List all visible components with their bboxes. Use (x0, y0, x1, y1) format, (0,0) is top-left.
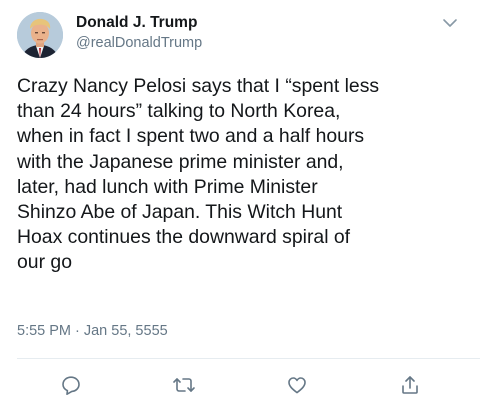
retweet-button[interactable] (171, 372, 197, 398)
tweet-card: Donald J. Trump @realDonaldTrump Crazy N… (0, 0, 480, 410)
tweet-text-line: Shinzo Abe of Japan. This Witch Hunt (17, 201, 343, 224)
divider (17, 358, 480, 359)
tweet-text-line: with the Japanese prime minister and, (17, 150, 344, 173)
avatar[interactable] (17, 12, 63, 58)
reply-icon (60, 374, 82, 396)
share-button[interactable] (397, 372, 423, 398)
tweet-text: Crazy Nancy Pelosi says that I “spent le… (17, 74, 467, 276)
tweet-text-line: Hoax continues the downward spiral of (17, 226, 351, 249)
like-button[interactable] (284, 372, 310, 398)
share-icon (399, 374, 421, 396)
tweet-date: Jan 55, 5555 (83, 323, 168, 339)
tweet-text-line: than 24 hours” talking to North Korea, (17, 100, 341, 123)
reply-button[interactable] (58, 372, 84, 398)
chevron-down-icon[interactable] (442, 16, 458, 28)
tweet-text-line: our go (17, 251, 72, 274)
author-handle[interactable]: @realDonaldTrump (76, 35, 202, 51)
heart-icon (286, 374, 308, 396)
tweet-timestamp[interactable]: 5:55 PM · Jan 55, 5555 (17, 323, 168, 339)
tweet-text-line: Crazy Nancy Pelosi says that I “spent le… (17, 75, 380, 97)
tweet-text-line: later, had lunch with Prime Minister (17, 175, 318, 198)
timestamp-separator: · (75, 323, 80, 339)
author-name[interactable]: Donald J. Trump (76, 14, 197, 32)
retweet-icon (172, 374, 196, 396)
tweet-time: 5:55 PM (17, 323, 71, 339)
avatar-image (17, 12, 63, 58)
tweet-text-line: when in fact I spent two and a half hour… (17, 125, 365, 148)
